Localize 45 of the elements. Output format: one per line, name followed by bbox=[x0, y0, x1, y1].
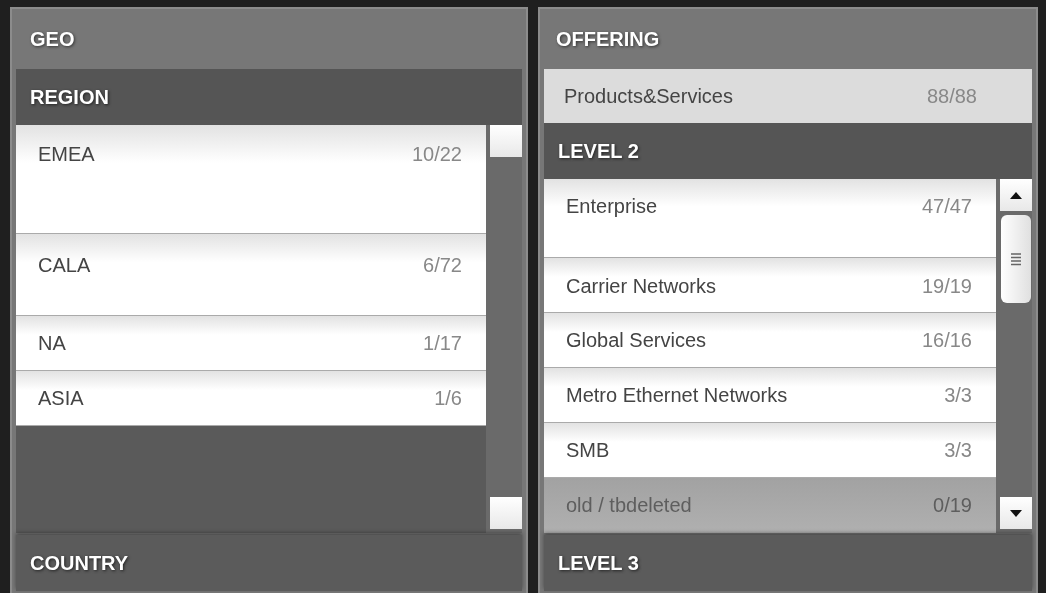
list-item[interactable]: Carrier Networks 19/19 bbox=[544, 258, 996, 313]
section-title: LEVEL 2 bbox=[558, 139, 639, 163]
item-count: 10/22 bbox=[411, 143, 462, 166]
panel-title: OFFERING bbox=[555, 26, 660, 52]
item-label: Products&Services bbox=[564, 84, 733, 108]
item-count: 1/6 bbox=[434, 387, 462, 410]
item-count: 6/72 bbox=[423, 254, 462, 277]
list-item[interactable]: EMEA 10/22 bbox=[16, 125, 486, 234]
item-label: SMB bbox=[566, 439, 610, 462]
scroll-thumb[interactable] bbox=[1001, 215, 1031, 303]
list-item[interactable]: Enterprise 47/47 bbox=[544, 179, 996, 258]
item-label: Global Services bbox=[566, 329, 707, 352]
item-count: 88/88 bbox=[926, 84, 977, 108]
item-label: ASIA bbox=[38, 387, 84, 410]
up-arrow-icon bbox=[1009, 190, 1023, 200]
list-item[interactable]: Products&Services 88/88 bbox=[544, 69, 1032, 123]
item-count: 0/19 bbox=[933, 494, 972, 517]
list-item[interactable]: SMB 3/3 bbox=[544, 423, 996, 478]
down-arrow-icon bbox=[1009, 508, 1023, 518]
scroll-up-button[interactable] bbox=[1000, 179, 1032, 211]
item-label: EMEA bbox=[38, 143, 95, 166]
item-count: 1/17 bbox=[423, 332, 462, 355]
grip-icon bbox=[1010, 252, 1022, 266]
list-item[interactable]: CALA 6/72 bbox=[16, 234, 486, 316]
section-title: LEVEL 3 bbox=[558, 551, 639, 575]
item-count: 3/3 bbox=[944, 384, 972, 407]
section-title: COUNTRY bbox=[30, 551, 129, 575]
item-label: Metro Ethernet Networks bbox=[566, 384, 788, 407]
list-item[interactable]: ASIA 1/6 bbox=[16, 371, 486, 426]
item-count: 47/47 bbox=[921, 195, 972, 218]
item-label: Enterprise bbox=[566, 195, 658, 218]
list-item[interactable]: NA 1/17 bbox=[16, 316, 486, 371]
item-count: 16/16 bbox=[921, 329, 972, 352]
list-item[interactable]: Global Services 16/16 bbox=[544, 313, 996, 368]
list-item[interactable]: Metro Ethernet Networks 3/3 bbox=[544, 368, 996, 423]
section-title: REGION bbox=[30, 85, 109, 109]
scroll-down-button[interactable] bbox=[1000, 497, 1032, 529]
item-label: Carrier Networks bbox=[566, 275, 717, 298]
item-count: 19/19 bbox=[921, 275, 972, 298]
item-label: CALA bbox=[38, 254, 91, 277]
item-label: old / tbdeleted bbox=[566, 494, 692, 517]
scrollbar[interactable] bbox=[996, 179, 1032, 533]
item-label: NA bbox=[38, 332, 66, 355]
item-count: 3/3 bbox=[944, 439, 972, 462]
panel-title: GEO bbox=[29, 26, 75, 52]
